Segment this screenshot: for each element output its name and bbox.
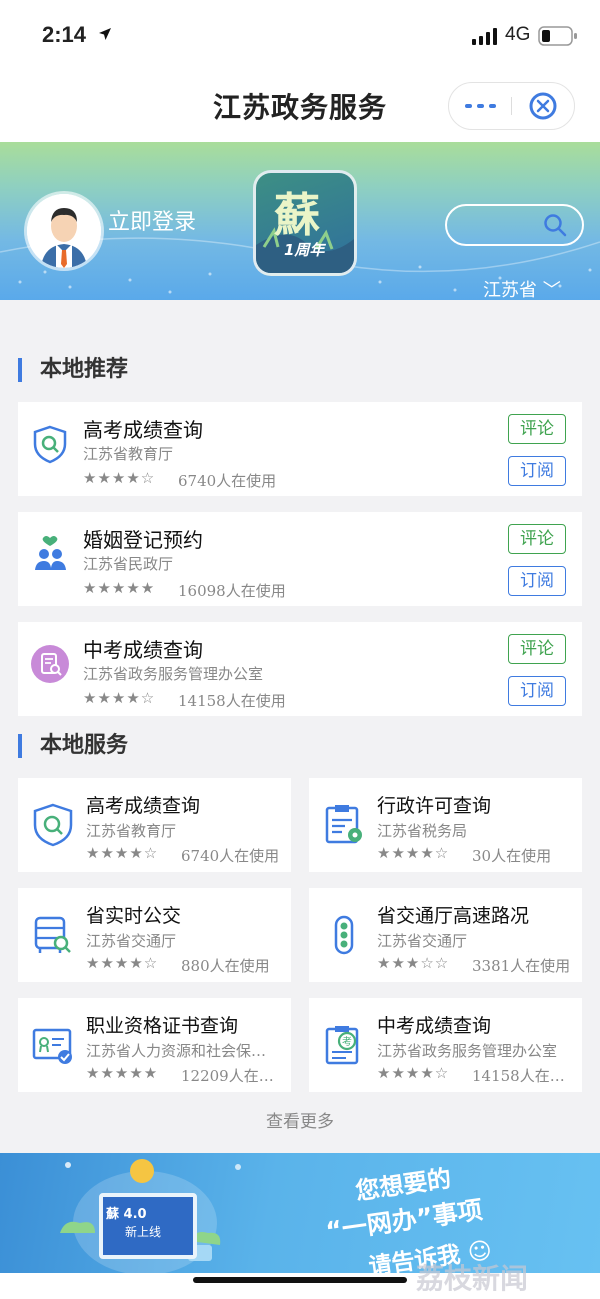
user-avatar-icon — [27, 194, 101, 268]
header-banner: 立即登录 蘇 1周年 江苏省 ﹀ — [0, 142, 600, 300]
service-org: 江苏省教育厅 — [86, 822, 177, 840]
couple-heart-icon — [35, 536, 66, 570]
search-icon — [544, 214, 567, 237]
usage-count: 880人在使用 — [181, 957, 270, 975]
service-name: 高考成绩查询 — [86, 795, 201, 817]
status-time: 2:14 — [42, 22, 87, 47]
usage-count: 6740人在使用 — [178, 472, 277, 490]
recommend-item[interactable]: 中考成绩查询 江苏省政务服务管理办公室 ★★★★☆ 14158人在使用 评论 订… — [18, 622, 582, 716]
usage-count: 14158人在… — [472, 1067, 565, 1085]
traffic-light-icon — [334, 915, 354, 955]
promo-badge-version: 蘇 4.0 — [106, 1207, 147, 1222]
usage-count: 12209人在… — [181, 1067, 274, 1085]
document-search-icon — [31, 645, 69, 683]
monitor-graphic: 蘇 4.0 新上线 — [99, 1193, 197, 1259]
search-input[interactable] — [445, 204, 584, 246]
service-tile[interactable]: 职业资格证书查询 江苏省人力资源和社会保… ★★★★★ 12209人在… — [18, 998, 291, 1092]
app-logo: 蘇 1周年 — [253, 170, 357, 276]
service-org: 江苏省教育厅 — [83, 445, 174, 463]
recommend-item[interactable]: 高考成绩查询 江苏省教育厅 ★★★★☆ 6740人在使用 评论 订阅 — [18, 402, 582, 496]
rating-stars: ★★★★☆ — [86, 844, 159, 862]
app-logo-badge: 1周年 — [284, 241, 325, 259]
recommend-section-title: 本地推荐 — [18, 358, 128, 382]
exam-document-icon: 考 — [325, 1026, 359, 1065]
home-indicator[interactable] — [193, 1277, 407, 1283]
nav-bar: 江苏政务服务 — [0, 70, 600, 142]
license-gear-icon — [325, 805, 362, 844]
subscribe-button[interactable]: 订阅 — [508, 566, 566, 596]
status-bar: 2:14 4G — [0, 0, 600, 70]
promo-banner[interactable]: 蘇 4.0 新上线 您想要的 “一网办”事项 请告诉我 ☺ — [0, 1153, 600, 1273]
service-org: 江苏省交通厅 — [377, 932, 468, 950]
usage-count: 16098人在使用 — [178, 582, 286, 600]
service-name: 高考成绩查询 — [83, 418, 203, 442]
comment-button[interactable]: 评论 — [508, 634, 566, 664]
more-dots-icon[interactable] — [465, 102, 497, 110]
rating-stars: ★★★★☆ — [83, 469, 156, 487]
network-type: 4G — [505, 24, 531, 45]
rating-stars: ★★★☆☆ — [377, 954, 450, 972]
service-org: 江苏省人力资源和社会保… — [86, 1042, 267, 1060]
service-section-title: 本地服务 — [18, 734, 128, 758]
service-tile[interactable]: 考 中考成绩查询 江苏省政务服务管理办公室 ★★★★☆ 14158人在… — [309, 998, 582, 1092]
location-arrow-icon — [99, 28, 111, 40]
region-selector[interactable]: 江苏省 ﹀ — [483, 276, 561, 300]
mini-program-capsule — [448, 82, 575, 130]
service-name: 省实时公交 — [86, 905, 182, 927]
rating-stars: ★★★★☆ — [83, 689, 156, 707]
rating-stars: ★★★★☆ — [377, 1064, 450, 1082]
service-tile[interactable]: 行政许可查询 江苏省税务局 ★★★★☆ 30人在使用 — [309, 778, 582, 872]
service-name: 省交通厅高速路况 — [377, 905, 530, 927]
service-org: 江苏省民政厅 — [83, 555, 174, 573]
comment-button[interactable]: 评论 — [508, 524, 566, 554]
view-more-link[interactable]: 查看更多 — [0, 1107, 600, 1132]
rating-stars: ★★★★☆ — [86, 954, 159, 972]
login-link[interactable]: 立即登录 — [108, 204, 196, 236]
usage-count: 3381人在使用 — [472, 957, 571, 975]
shield-search-icon — [33, 425, 67, 464]
recommend-item[interactable]: 婚姻登记预约 江苏省民政厅 ★★★★★ 16098人在使用 评论 订阅 — [18, 512, 582, 606]
app-logo-glyph: 蘇 — [274, 188, 320, 242]
avatar[interactable] — [27, 194, 101, 268]
rating-stars: ★★★★★ — [83, 579, 156, 597]
service-name: 中考成绩查询 — [377, 1015, 492, 1037]
usage-count: 30人在使用 — [472, 847, 552, 865]
service-name: 中考成绩查询 — [83, 638, 203, 662]
certificate-icon — [32, 1028, 72, 1064]
service-name: 行政许可查询 — [377, 795, 492, 817]
promo-badge-new: 新上线 — [125, 1225, 162, 1239]
svg-text:考: 考 — [342, 1036, 352, 1048]
capsule-divider — [511, 97, 512, 115]
service-org: 江苏省政务服务管理办公室 — [377, 1042, 558, 1060]
watermark: 荔枝新闻 — [416, 1262, 529, 1295]
service-org: 江苏省税务局 — [377, 822, 468, 840]
service-name: 职业资格证书查询 — [86, 1015, 239, 1037]
battery-icon — [538, 26, 577, 46]
rating-stars: ★★★★★ — [86, 1064, 159, 1082]
usage-count: 14158人在使用 — [178, 692, 286, 710]
usage-count: 6740人在使用 — [181, 847, 280, 865]
shield-search-icon — [33, 803, 73, 847]
service-org: 江苏省政务服务管理办公室 — [83, 665, 264, 683]
rating-stars: ★★★★☆ — [377, 844, 450, 862]
service-tile[interactable]: 省实时公交 江苏省交通厅 ★★★★☆ 880人在使用 — [18, 888, 291, 982]
subscribe-button[interactable]: 订阅 — [508, 456, 566, 486]
service-tile[interactable]: 高考成绩查询 江苏省教育厅 ★★★★☆ 6740人在使用 — [18, 778, 291, 872]
close-target-icon[interactable] — [528, 91, 558, 121]
subscribe-button[interactable]: 订阅 — [508, 676, 566, 706]
bus-search-icon — [34, 916, 71, 953]
service-name: 婚姻登记预约 — [83, 528, 203, 552]
comment-button[interactable]: 评论 — [508, 414, 566, 444]
service-tile[interactable]: 省交通厅高速路况 江苏省交通厅 ★★★☆☆ 3381人在使用 — [309, 888, 582, 982]
signal-bars-icon — [472, 28, 497, 45]
service-org: 江苏省交通厅 — [86, 932, 177, 950]
